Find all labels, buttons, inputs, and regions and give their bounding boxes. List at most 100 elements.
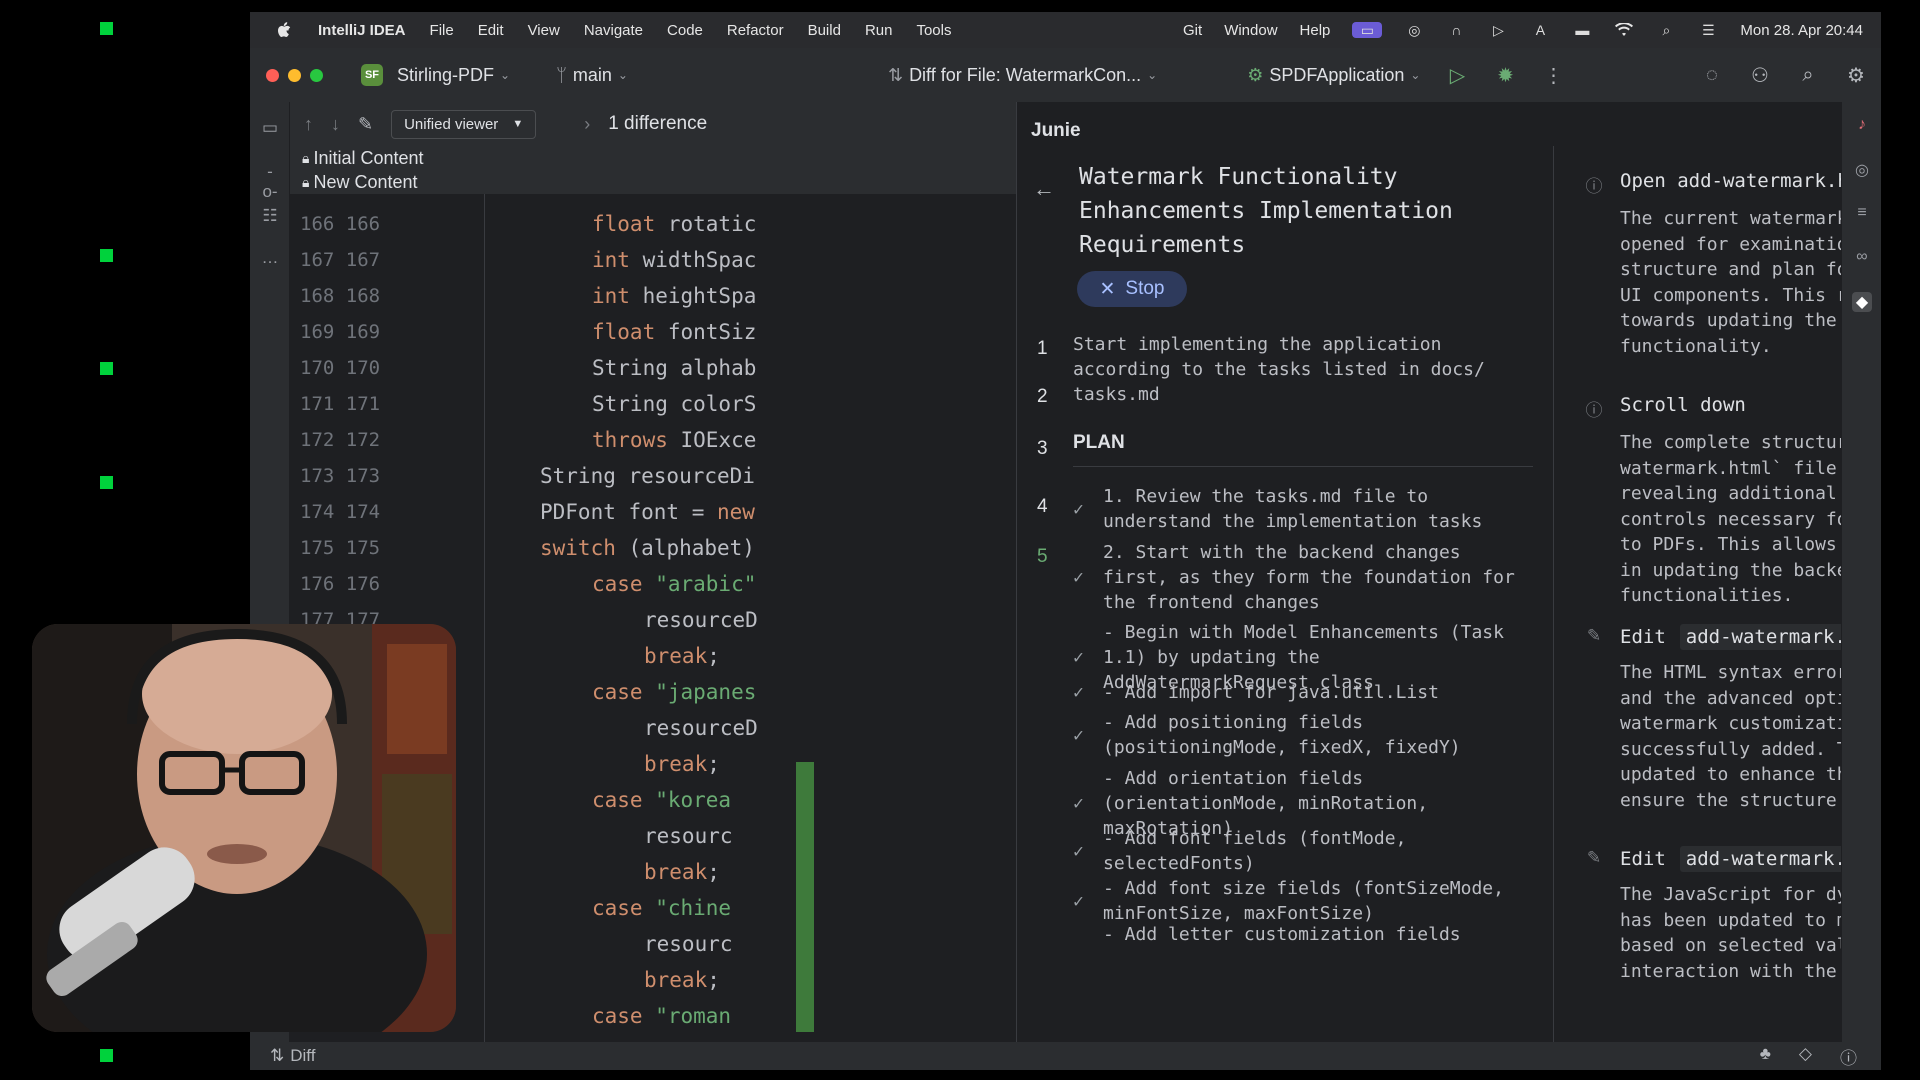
menu-build[interactable]: Build (808, 22, 841, 39)
ai-assistant-icon[interactable]: ◎ (1852, 160, 1872, 180)
headphones-icon[interactable]: ∩ (1446, 22, 1466, 38)
new-content-label[interactable]: 🔒︎ New Content (302, 170, 1016, 194)
database-icon[interactable]: ≡ (1852, 204, 1872, 224)
step-number[interactable]: 4 (1037, 496, 1048, 518)
zoom-window-button[interactable] (310, 68, 323, 82)
settings-gear-icon[interactable]: ⚙ (1845, 63, 1867, 88)
back-arrow-icon[interactable]: ← (1033, 176, 1055, 202)
code-line[interactable]: 170 170 String alphab (290, 350, 1016, 386)
step-number-current[interactable]: 5 (1037, 546, 1048, 568)
commit-icon[interactable]: -o- (260, 162, 280, 201)
info-icon: ⓘ (1585, 401, 1603, 420)
chevron-right-icon[interactable]: › (584, 114, 590, 135)
menu-view[interactable]: View (528, 22, 560, 39)
folder-icon[interactable]: ▭ (260, 118, 280, 138)
menu-app-name[interactable]: IntelliJ IDEA (318, 22, 406, 39)
menu-navigate[interactable]: Navigate (584, 22, 643, 39)
edit-pencil-icon[interactable]: ✎ (358, 114, 373, 135)
code-token: new (717, 500, 755, 524)
run-icon[interactable]: ▷ (1446, 63, 1468, 88)
search-icon[interactable]: ⌕ (1797, 64, 1819, 87)
menu-file[interactable]: File (430, 22, 454, 39)
green-marker (100, 362, 113, 375)
menu-refactor[interactable]: Refactor (727, 22, 784, 39)
more-tools-icon[interactable]: … (260, 248, 280, 268)
more-icon[interactable]: ⋮ (1542, 63, 1564, 88)
step-number[interactable]: 1 (1037, 338, 1048, 360)
plan-item-text: - Add import for java.util.List (1103, 682, 1439, 703)
ai-assistant-icon[interactable]: ◌ (1701, 64, 1723, 87)
menu-run[interactable]: Run (865, 22, 893, 39)
apple-icon[interactable] (274, 22, 294, 38)
lock-icon: 🔒︎ (302, 173, 310, 190)
code-token: throws (592, 428, 681, 452)
close-icon: ✕ (1099, 278, 1116, 300)
code-line[interactable]: 167 167 int widthSpac (290, 242, 1016, 278)
warning-icon[interactable]: ⓘ (1840, 1044, 1857, 1069)
checkmark-icon: ✓ (1073, 840, 1084, 862)
battery-icon[interactable]: ▬ (1572, 22, 1592, 38)
shield-icon[interactable]: ◇ (1799, 1044, 1812, 1069)
diff-toolbar: ↑ ↓ ✎ Unified viewer ▼ › 1 difference (290, 102, 1016, 146)
status-diff-label[interactable]: Diff (290, 1046, 315, 1066)
info-icon: ⓘ (1585, 177, 1603, 196)
add-user-icon[interactable]: ⚇ (1749, 63, 1771, 88)
spotlight-search-icon[interactable]: ⌕ (1656, 22, 1676, 38)
code-token: widthSpac (642, 248, 757, 272)
stop-button-label: Stop (1125, 278, 1165, 299)
menu-edit[interactable]: Edit (478, 22, 504, 39)
code-line[interactable]: 169 169 float fontSiz (290, 314, 1016, 350)
gradle-icon[interactable]: ∞ (1852, 248, 1872, 268)
wifi-icon[interactable] (1614, 22, 1634, 38)
initial-content-label[interactable]: 🔒︎ Initial Content (302, 146, 1016, 170)
pencil-icon: ✎ (1586, 626, 1602, 645)
code-line[interactable]: 172 172 throws IOExce (290, 422, 1016, 458)
menu-git[interactable]: Git (1183, 22, 1202, 39)
step-number[interactable]: 2 (1037, 386, 1048, 408)
run-config-name: SPDFApplication (1269, 64, 1405, 85)
debug-icon[interactable]: ✹ (1494, 63, 1516, 88)
plan-item-text: 1. Review the tasks.md file to understan… (1103, 486, 1483, 532)
arrow-down-icon[interactable]: ↓ (331, 114, 340, 135)
code-line[interactable]: 175 175 switch (alphabet) (290, 530, 1016, 566)
code-line[interactable]: 173 173 String resourceDi (290, 458, 1016, 494)
junie-icon[interactable]: ◆ (1852, 292, 1872, 312)
stop-button[interactable]: ✕ Stop (1077, 271, 1187, 307)
code-line[interactable]: 171 171 String colorS (290, 386, 1016, 422)
line-number: 168 168 (300, 285, 381, 307)
branch-selector[interactable]: ᛘ main ⌄ (556, 65, 628, 86)
play-circle-icon[interactable]: ▷ (1488, 22, 1508, 38)
code-line[interactable]: 168 168 int heightSpa (290, 278, 1016, 314)
code-token: "japanes (655, 680, 757, 704)
project-selector[interactable]: SF Stirling-PDF ⌄ (361, 64, 510, 86)
run-config-selector[interactable]: ⚙ SPDFApplication ⌄ (1247, 65, 1420, 86)
code-token: (alphabet) (628, 536, 755, 560)
menu-help[interactable]: Help (1300, 22, 1331, 39)
file-title-selector[interactable]: ⇅ Diff for File: WatermarkCon... ⌄ (888, 65, 1157, 86)
keyboard-input-icon[interactable]: A (1530, 22, 1550, 38)
browser-icon[interactable]: ◎ (1404, 22, 1424, 38)
notifications-bell-icon[interactable]: ♪ (1852, 116, 1872, 136)
minimize-window-button[interactable] (288, 68, 301, 82)
code-line[interactable]: 174 174 PDFont font = new (290, 494, 1016, 530)
added-lines-gutter-marker (796, 762, 814, 1032)
step-number[interactable]: 3 (1037, 438, 1048, 460)
menu-code[interactable]: Code (667, 22, 703, 39)
code-token: float (592, 320, 668, 344)
screen-share-icon[interactable]: ▭ (1352, 22, 1383, 38)
code-line[interactable]: 176 176 case "arabic" (290, 566, 1016, 602)
plan-divider (1073, 466, 1533, 467)
arrow-up-icon[interactable]: ↑ (304, 114, 313, 135)
structure-icon[interactable]: ☷ (260, 206, 280, 226)
viewer-select[interactable]: Unified viewer ▼ (391, 109, 537, 139)
menu-window[interactable]: Window (1224, 22, 1277, 39)
menubar-clock[interactable]: Mon 28. Apr 20:44 (1740, 22, 1863, 39)
menu-tools[interactable]: Tools (916, 22, 951, 39)
plugin-icon[interactable]: ♣ (1760, 1044, 1771, 1069)
caret-down-icon: ▼ (512, 118, 524, 130)
code-token: String resourceDi (540, 464, 755, 488)
control-center-icon[interactable]: ☰ (1698, 22, 1718, 38)
checkmark-icon: ✓ (1073, 682, 1084, 703)
close-window-button[interactable] (266, 68, 279, 82)
code-line[interactable]: 166 166 float rotatic (290, 206, 1016, 242)
